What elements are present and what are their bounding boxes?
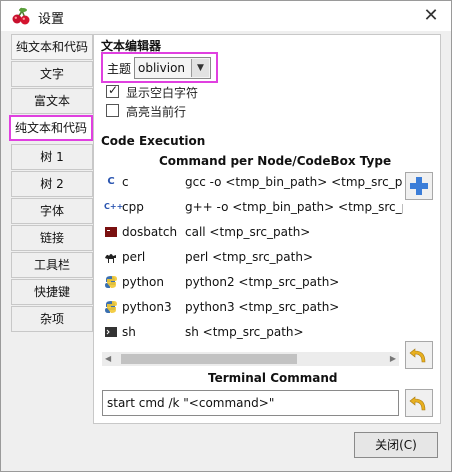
lang-name: dosbatch [122, 225, 178, 239]
sidebar-item-toolbar[interactable]: 工具栏 [11, 252, 93, 278]
lang-name: sh [122, 325, 136, 339]
exec-row-c[interactable]: C c gcc -o <tmp_bin_path> <tmp_src_path> [102, 172, 403, 194]
close-button[interactable]: 关闭(C) [354, 432, 438, 458]
plus-icon [410, 177, 428, 195]
exec-row-cpp[interactable]: C++ cpp g++ -o <tmp_bin_path> <tmp_src_p… [102, 197, 403, 219]
lang-name: perl [122, 250, 146, 264]
lang-name: python [122, 275, 164, 289]
theme-value: oblivion [138, 61, 186, 75]
theme-highlight-box: 主题 oblivion ▼ [101, 52, 218, 83]
theme-select[interactable]: oblivion ▼ [134, 57, 211, 79]
sidebar-item-plaintext-code-top[interactable]: 纯文本和代码 [11, 34, 93, 60]
sidebar: 纯文本和代码 文字 富文本 纯文本和代码 树 1 树 2 字体 链接 工具栏 快… [9, 34, 93, 334]
lang-name: python3 [122, 300, 172, 314]
reset-commands-button[interactable] [405, 341, 433, 369]
lang-name: c [122, 175, 129, 189]
exec-row-perl[interactable]: perl perl <tmp_src_path> [102, 247, 402, 269]
sidebar-item-links[interactable]: 链接 [11, 225, 93, 251]
lang-command: g++ -o <tmp_bin_path> <tmp_src_path> [185, 200, 403, 214]
chevron-down-icon[interactable]: ▼ [191, 59, 209, 77]
scroll-left-icon[interactable]: ◀ [105, 354, 111, 363]
window-close-button[interactable]: ✕ [419, 4, 443, 28]
theme-label: 主题 [107, 62, 132, 76]
sidebar-item-text[interactable]: 文字 [11, 61, 93, 87]
exec-row-dosbatch[interactable]: dosbatch call <tmp_src_path> [102, 222, 402, 244]
python-icon [104, 300, 118, 314]
scrollbar-thumb[interactable] [121, 354, 297, 364]
undo-arrow-icon [409, 348, 426, 363]
lang-command: sh <tmp_src_path> [185, 325, 304, 339]
settings-panel: 文本编辑器 主题 oblivion ▼ ✓ 显示空白字符 高亮当前行 Code … [93, 34, 441, 424]
dosbatch-icon [104, 225, 118, 239]
sidebar-item-tree-1[interactable]: 树 1 [11, 144, 93, 170]
sidebar-item-shortcuts[interactable]: 快捷键 [11, 279, 93, 305]
lang-command: python3 <tmp_src_path> [185, 300, 340, 314]
code-execution-section-title: Code Execution [101, 134, 206, 148]
title-bar: 设置 ✕ [1, 1, 451, 31]
highlight-line-checkbox[interactable] [106, 104, 119, 117]
lang-command: call <tmp_src_path> [185, 225, 311, 239]
add-command-button[interactable] [405, 172, 433, 200]
cherry-icon [11, 7, 31, 25]
exec-row-python[interactable]: python python2 <tmp_src_path> [102, 272, 402, 294]
settings-window: 设置 ✕ 纯文本和代码 文字 富文本 纯文本和代码 树 1 树 2 字体 链接 … [0, 0, 452, 472]
perl-camel-icon [104, 250, 118, 264]
lang-name: cpp [122, 200, 144, 214]
sidebar-item-tree-2[interactable]: 树 2 [11, 171, 93, 197]
scroll-right-icon[interactable]: ▶ [390, 354, 396, 363]
horizontal-scrollbar[interactable]: ◀ ▶ [102, 352, 399, 366]
lang-command: gcc -o <tmp_bin_path> <tmp_src_path> [185, 175, 403, 189]
sidebar-item-rich-text[interactable]: 富文本 [11, 88, 93, 114]
terminal-command-title: Terminal Command [208, 371, 338, 385]
show-whitespace-checkbox[interactable]: ✓ [106, 83, 119, 98]
undo-arrow-icon [409, 396, 426, 411]
exec-row-python3[interactable]: python3 python3 <tmp_src_path> [102, 297, 402, 319]
lang-command: perl <tmp_src_path> [185, 250, 314, 264]
c-icon: C [107, 176, 115, 187]
sidebar-item-fonts[interactable]: 字体 [11, 198, 93, 224]
command-table-header: Command per Node/CodeBox Type [159, 154, 392, 168]
checkmark-icon: ✓ [108, 83, 119, 97]
terminal-command-input[interactable]: start cmd /k "<command>" [102, 390, 399, 416]
sidebar-item-misc[interactable]: 杂项 [11, 306, 93, 332]
exec-row-sh[interactable]: sh sh <tmp_src_path> [102, 322, 402, 344]
terminal-command-value: start cmd /k "<command>" [107, 396, 275, 410]
cpp-icon: C++ [104, 202, 124, 211]
sidebar-item-plaintext-code[interactable]: 纯文本和代码 [9, 115, 93, 141]
terminal-icon [104, 325, 118, 339]
lang-command: python2 <tmp_src_path> [185, 275, 340, 289]
reset-terminal-button[interactable] [405, 389, 433, 417]
window-title: 设置 [38, 12, 65, 27]
show-whitespace-label: 显示空白字符 [126, 86, 199, 100]
highlight-line-label: 高亮当前行 [126, 105, 187, 119]
python-icon [104, 275, 118, 289]
